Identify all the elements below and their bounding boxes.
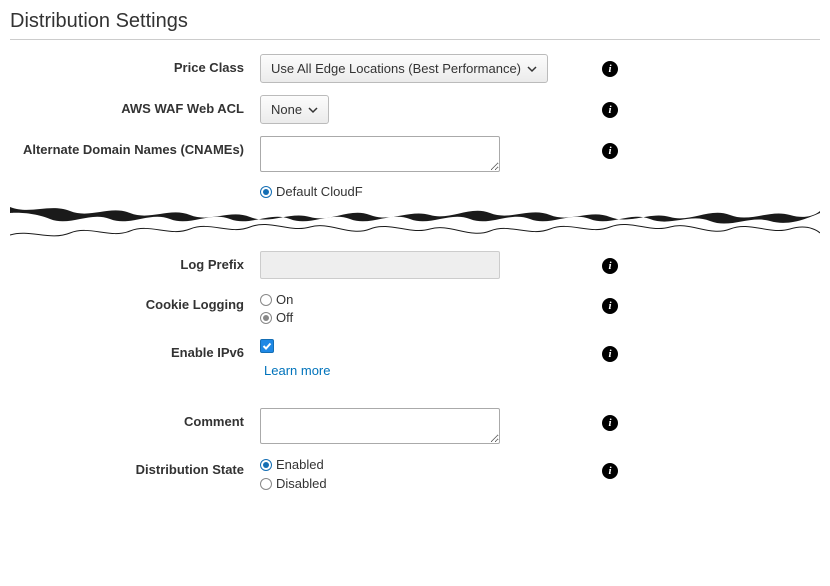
cookie-off-radio[interactable]	[260, 312, 272, 324]
label-enable-ipv6: Enable IPv6	[10, 339, 260, 361]
learn-more-link[interactable]: Learn more	[264, 363, 330, 378]
price-class-select[interactable]: Use All Edge Locations (Best Performance…	[260, 54, 548, 83]
row-comment: Comment i	[10, 408, 820, 444]
state-enabled-label: Enabled	[276, 456, 324, 474]
label-cookie-logging: Cookie Logging	[10, 291, 260, 313]
page-title: Distribution Settings	[10, 10, 820, 40]
cookie-on-radio[interactable]	[260, 294, 272, 306]
cookie-off-label: Off	[276, 309, 293, 327]
label-price-class: Price Class	[10, 54, 260, 76]
comment-textarea[interactable]	[260, 408, 500, 444]
log-prefix-input[interactable]	[260, 251, 500, 279]
ssl-default-label-fragment: Default CloudF	[276, 184, 363, 199]
info-icon[interactable]: i	[602, 463, 618, 479]
row-log-prefix: Log Prefix i	[10, 251, 820, 279]
info-icon[interactable]: i	[602, 258, 618, 274]
info-icon[interactable]: i	[602, 61, 618, 77]
info-icon[interactable]: i	[602, 346, 618, 362]
info-icon[interactable]: i	[602, 102, 618, 118]
row-price-class: Price Class Use All Edge Locations (Best…	[10, 54, 820, 83]
row-waf: AWS WAF Web ACL None i	[10, 95, 820, 124]
state-enabled-radio[interactable]	[260, 459, 272, 471]
info-icon[interactable]: i	[602, 143, 618, 159]
label-waf: AWS WAF Web ACL	[10, 95, 260, 117]
row-distribution-state: Distribution State Enabled Disabled i	[10, 456, 820, 492]
state-disabled-label: Disabled	[276, 475, 327, 493]
settings-panel: Distribution Settings Price Class Use Al…	[10, 10, 820, 493]
torn-edge-break	[10, 201, 820, 247]
waf-select[interactable]: None	[260, 95, 329, 124]
row-cnames: Alternate Domain Names (CNAMEs) i	[10, 136, 820, 172]
ipv6-checkbox[interactable]	[260, 339, 274, 353]
chevron-down-icon	[527, 64, 537, 74]
info-icon[interactable]: i	[602, 298, 618, 314]
cnames-textarea[interactable]	[260, 136, 500, 172]
row-enable-ipv6: Enable IPv6 Learn more i	[10, 339, 820, 378]
label-log-prefix: Log Prefix	[10, 251, 260, 273]
cookie-on-label: On	[276, 291, 293, 309]
state-disabled-radio[interactable]	[260, 478, 272, 490]
label-distribution-state: Distribution State	[10, 456, 260, 478]
price-class-value: Use All Edge Locations (Best Performance…	[271, 61, 521, 76]
info-icon[interactable]: i	[602, 415, 618, 431]
waf-value: None	[271, 102, 302, 117]
label-comment: Comment	[10, 408, 260, 430]
fragment-ssl-row: Default CloudF	[10, 184, 820, 199]
check-icon	[262, 341, 272, 351]
ssl-default-radio[interactable]	[260, 186, 272, 198]
chevron-down-icon	[308, 105, 318, 115]
row-cookie-logging: Cookie Logging On Off i	[10, 291, 820, 327]
label-cnames: Alternate Domain Names (CNAMEs)	[10, 136, 260, 158]
